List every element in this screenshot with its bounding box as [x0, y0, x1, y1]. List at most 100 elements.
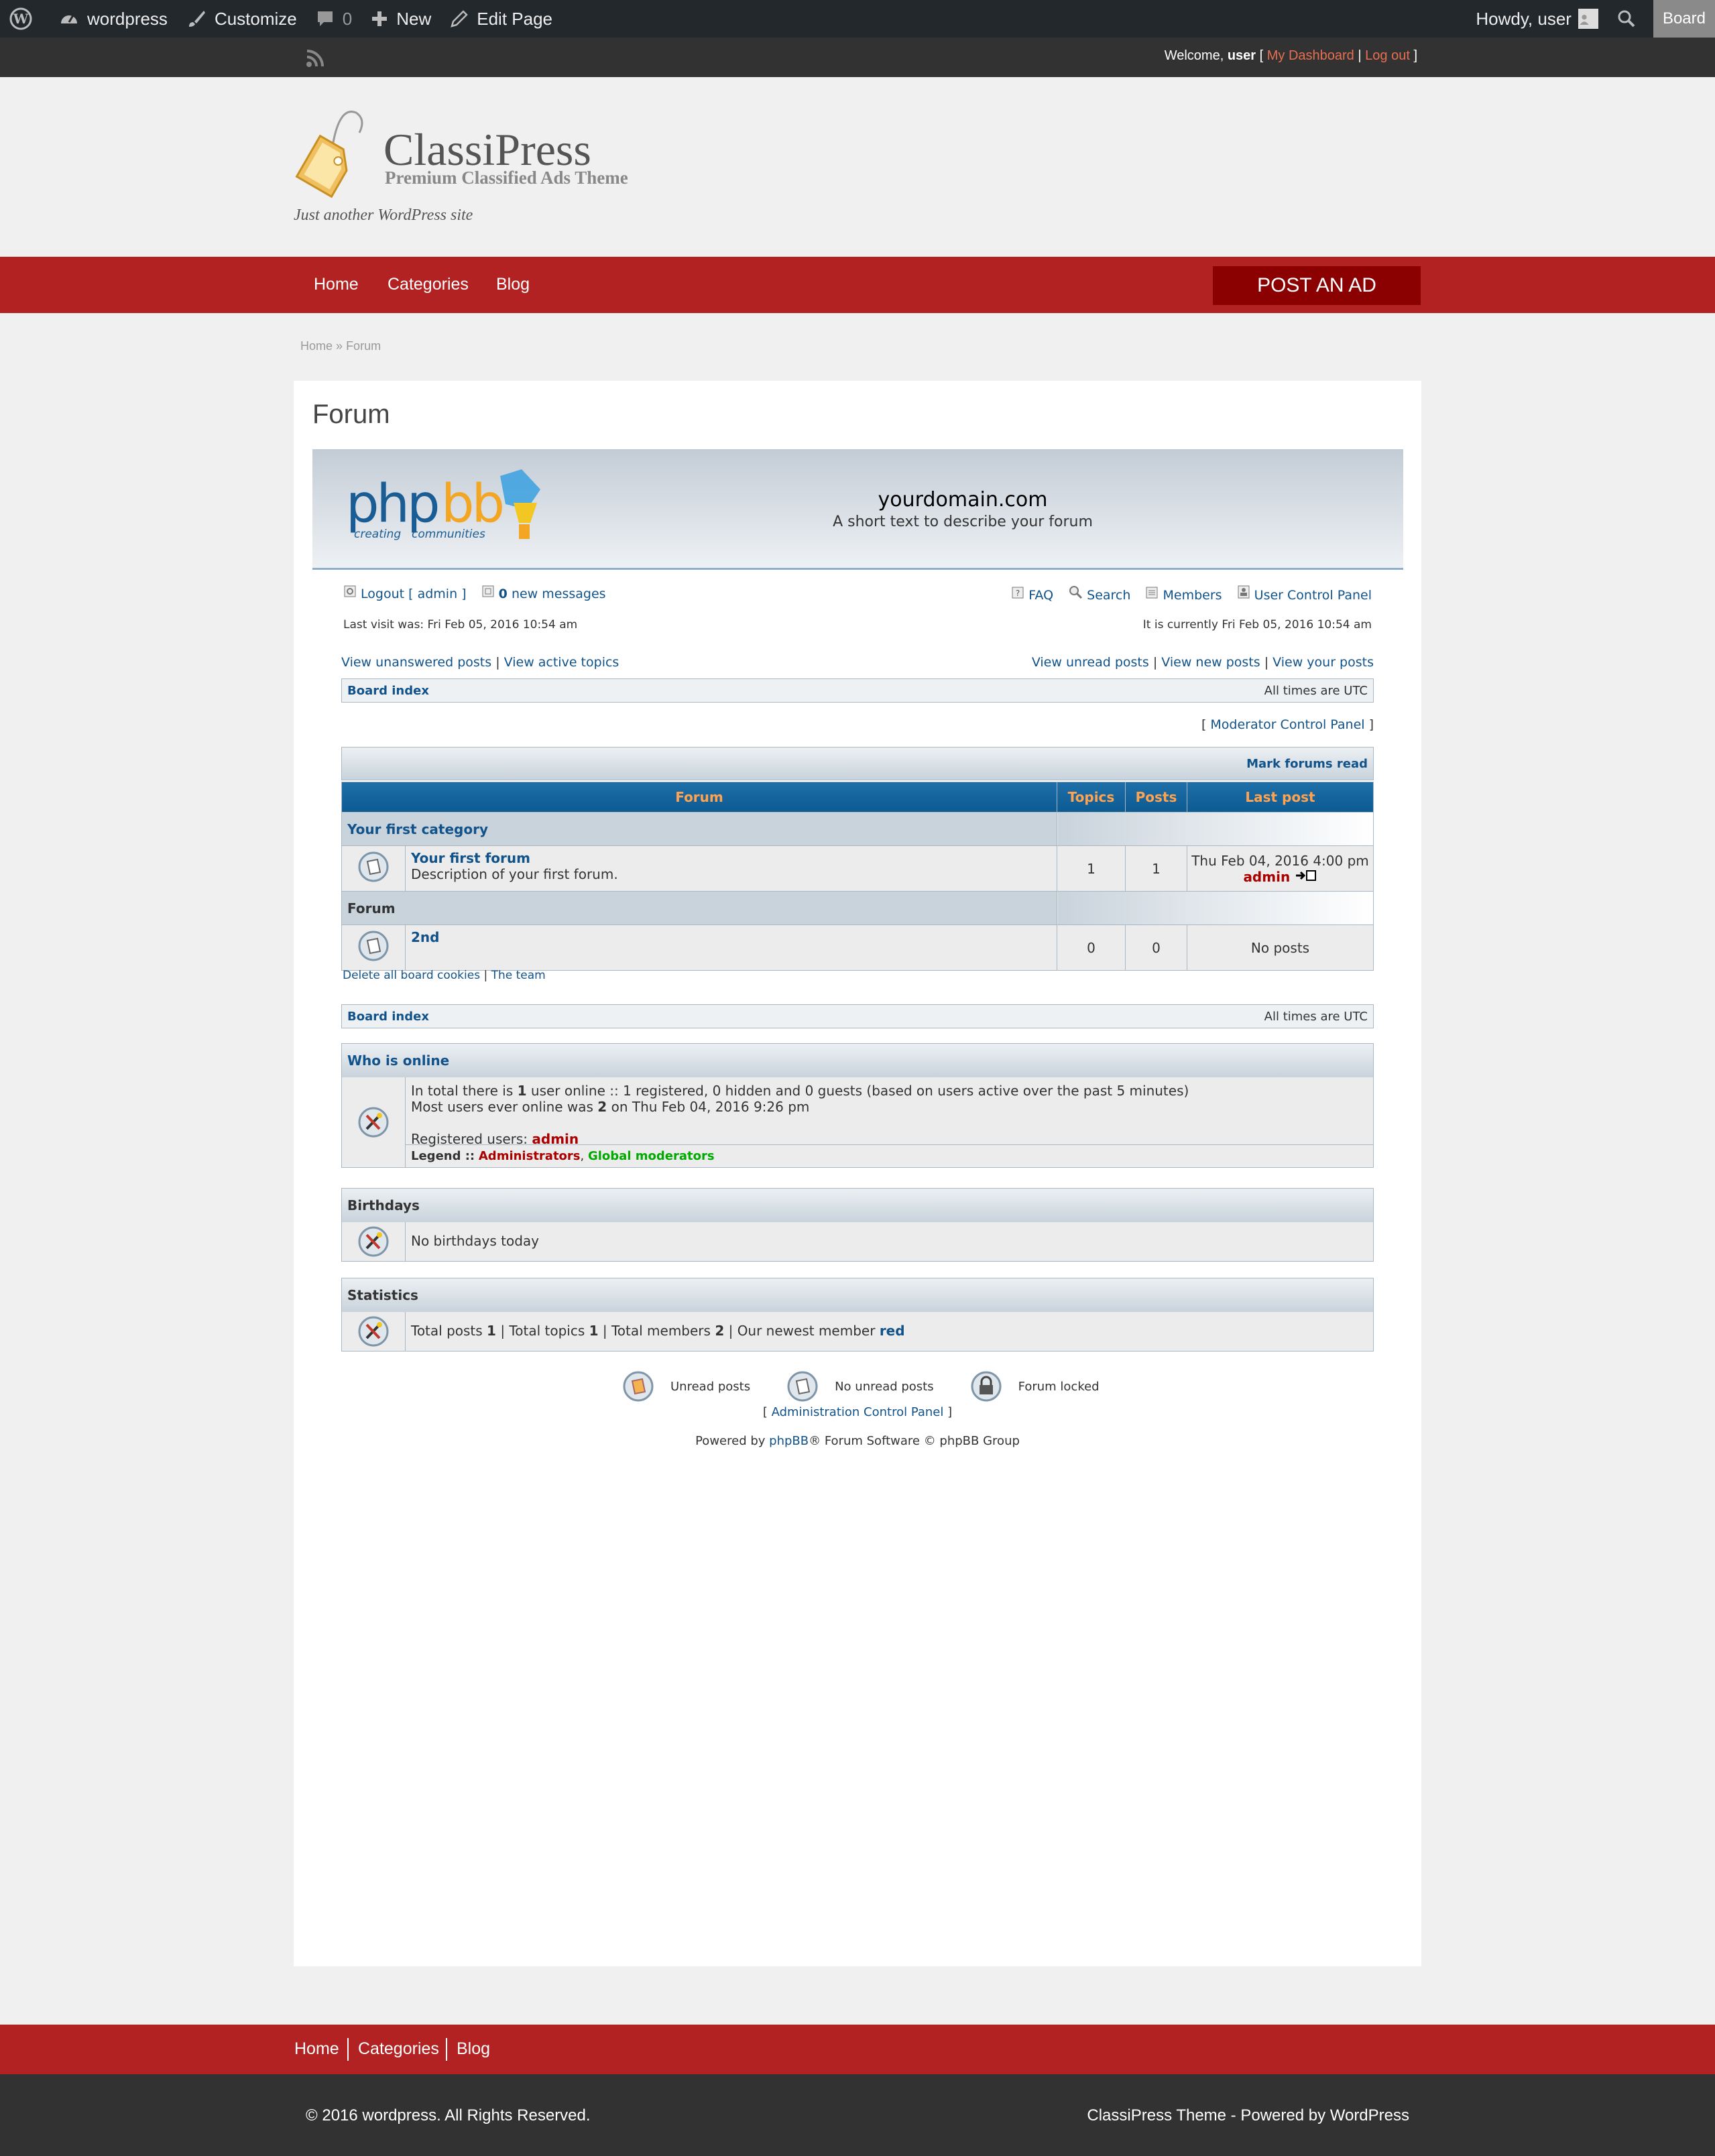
forum-last-post: Thu Feb 04, 2016 4:00 pm admin — [1187, 845, 1374, 892]
dashboard-icon — [61, 15, 77, 23]
comments-link[interactable]: 0 — [306, 0, 361, 38]
view-new-link[interactable]: View new posts — [1161, 655, 1260, 670]
phpbb-link[interactable]: phpBB — [769, 1434, 809, 1448]
my-account-menu[interactable]: Howdy, user — [1466, 0, 1608, 38]
site-name-menu[interactable]: wordpress — [50, 0, 177, 38]
view-unread-link[interactable]: View unread posts — [1032, 655, 1149, 670]
registered-user-link[interactable]: admin — [532, 1131, 579, 1147]
category-cell: Your first category — [341, 812, 1057, 846]
search-links-left: View unanswered posts | View active topi… — [341, 655, 619, 670]
mcp-link[interactable]: Moderator Control Panel — [1210, 717, 1364, 732]
total-members-value: 2 — [715, 1323, 725, 1339]
legend-label: Legend :: — [411, 1149, 475, 1163]
lock-icon — [971, 1371, 1002, 1402]
search-icon — [1069, 586, 1083, 599]
user-silhouette-icon — [1580, 15, 1589, 25]
category-filler — [1057, 891, 1374, 925]
category-cell: Forum — [341, 891, 1057, 925]
new-label: New — [396, 8, 432, 29]
board-index-bar-top: Board index All times are UTC — [341, 678, 1374, 703]
view-unanswered-link[interactable]: View unanswered posts — [341, 655, 491, 670]
mark-read-bar: Mark forums read — [341, 747, 1374, 780]
legend-administrators-link[interactable]: Administrators — [479, 1149, 581, 1163]
board-link[interactable]: Board — [1653, 0, 1715, 38]
current-time: It is currently Fri Feb 05, 2016 10:54 a… — [1142, 618, 1372, 632]
wp-logo-menu[interactable]: W — [0, 0, 50, 38]
rss-link[interactable] — [305, 48, 325, 72]
edit-page-link[interactable]: Edit Page — [440, 0, 562, 38]
new-messages-link[interactable]: 0 new messages — [481, 585, 606, 601]
faq-link[interactable]: ? FAQ — [1011, 587, 1057, 603]
board-index-link[interactable]: Board index — [347, 684, 429, 698]
comments-count: 0 — [342, 8, 353, 29]
howdy-label: Howdy, user — [1476, 8, 1572, 29]
footer-nav-separator — [347, 2038, 349, 2061]
delete-cookies-link[interactable]: Delete all board cookies — [343, 969, 480, 982]
legend-no-unread-label: No unread posts — [835, 1379, 934, 1394]
stats-icon-cell — [342, 1312, 406, 1351]
category-label: Forum — [347, 900, 396, 916]
who-is-online-link[interactable]: Who is online — [347, 1053, 449, 1069]
members-link[interactable]: Members — [1145, 587, 1226, 603]
the-team-link[interactable]: The team — [491, 969, 546, 982]
customize-link[interactable]: Customize — [177, 0, 306, 38]
total-posts-value: 1 — [487, 1323, 496, 1339]
link-separator: | — [1152, 655, 1162, 670]
nav-home[interactable]: Home — [314, 275, 359, 294]
user-links-right: ? FAQ Search Members User Control Panel — [1011, 585, 1372, 603]
logout-link[interactable]: Log out — [1365, 48, 1410, 63]
nav-categories[interactable]: Categories — [388, 275, 469, 294]
page-title: Forum — [312, 400, 390, 429]
view-active-link[interactable]: View active topics — [504, 655, 619, 670]
footer-nav-categories[interactable]: Categories — [358, 2039, 439, 2059]
view-latest-post-link[interactable] — [1295, 869, 1317, 885]
view-your-posts-link[interactable]: View your posts — [1273, 655, 1374, 670]
my-dashboard-link[interactable]: My Dashboard — [1267, 48, 1354, 63]
customize-label: Customize — [214, 8, 297, 29]
search-label: Search — [1087, 588, 1131, 603]
new-content-menu[interactable]: New — [361, 0, 440, 38]
forum-link[interactable]: Your first forum — [411, 850, 530, 866]
search-link[interactable]: Search — [1068, 586, 1134, 603]
newest-member-link[interactable]: red — [880, 1323, 905, 1339]
acp-link[interactable]: Administration Control Panel — [772, 1405, 944, 1419]
mark-forums-read-link[interactable]: Mark forums read — [1246, 757, 1368, 771]
who-is-online-panel: Who is online In total there is 1 user o… — [341, 1043, 1374, 1168]
footer-nav-home[interactable]: Home — [294, 2039, 339, 2059]
nav-blog[interactable]: Blog — [496, 275, 530, 294]
classipress-logo[interactable] — [292, 106, 373, 204]
admin-search-button[interactable] — [1608, 0, 1653, 38]
last-post-author[interactable]: admin — [1243, 869, 1290, 885]
user-icon — [1238, 585, 1250, 599]
tools-icon — [358, 1226, 389, 1257]
forum-posts: 0 — [1125, 924, 1187, 971]
who-is-online-content: In total there is 1 user online :: 1 reg… — [406, 1077, 1373, 1167]
svg-text:W: W — [13, 11, 29, 27]
online-text: In total there is 1 user online :: 1 reg… — [406, 1077, 1373, 1147]
legend-moderators-link[interactable]: Global moderators — [588, 1149, 715, 1163]
bracket-open: [ — [1201, 717, 1211, 732]
col-last-post: Last post — [1187, 782, 1374, 813]
forum-link[interactable]: 2nd — [411, 929, 439, 945]
link-separator: | — [1264, 655, 1273, 670]
forum-posts: 1 — [1125, 845, 1187, 892]
record-text-b: on Thu Feb 04, 2016 9:26 pm — [611, 1099, 810, 1115]
forum-no-unread-icon — [358, 931, 389, 961]
board-index-link[interactable]: Board index — [347, 1010, 429, 1024]
ucp-link[interactable]: User Control Panel — [1237, 585, 1372, 603]
footer-nav-blog[interactable]: Blog — [457, 2039, 490, 2059]
main-navigation: Home Categories Blog POST AN AD — [0, 257, 1715, 313]
members-icon — [1146, 587, 1158, 599]
phpbb-logout-link[interactable]: Logout [ admin ] — [343, 585, 471, 601]
post-an-ad-button[interactable]: POST AN AD — [1213, 266, 1421, 305]
svg-text:?: ? — [1016, 589, 1020, 598]
logout-label: Logout [ admin ] — [361, 587, 467, 601]
category-link[interactable]: Your first category — [347, 821, 488, 837]
link-separator: | — [495, 655, 504, 670]
user-links-left: Logout [ admin ] 0 new messages — [343, 585, 606, 601]
forum-info-cell: 2nd — [405, 924, 1057, 971]
logout-icon — [344, 585, 356, 597]
who-is-online-header: Who is online — [342, 1044, 1373, 1077]
footer-navigation: Home Categories Blog — [0, 2025, 1715, 2074]
breadcrumb-home[interactable]: Home — [300, 339, 333, 353]
